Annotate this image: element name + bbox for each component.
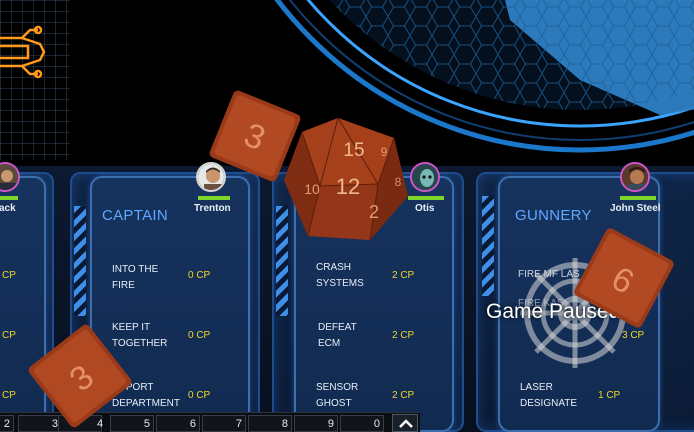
health-bar bbox=[0, 196, 18, 200]
ability-crash-systems[interactable]: CRASH SYSTEMS bbox=[316, 260, 364, 292]
player-name: John Steel bbox=[610, 203, 661, 214]
ability-cost: 2 CP bbox=[392, 270, 415, 281]
ability-cost: 2 CP bbox=[392, 330, 415, 341]
hotbar-slot[interactable]: 2 bbox=[0, 415, 14, 432]
ability-cost: 0 CP bbox=[188, 390, 211, 401]
ability-laser-designate[interactable]: LASER DESIGNATE bbox=[520, 380, 577, 412]
ability-defeat-ecm[interactable]: DEFEAT ECM bbox=[318, 320, 357, 352]
d20-face: 2 bbox=[369, 202, 379, 222]
ability-into-the-fire[interactable]: INTO THE FIRE bbox=[112, 262, 158, 294]
d20-face: 10 bbox=[304, 181, 320, 197]
chevron-up-icon bbox=[399, 419, 413, 428]
ability-sensor-ghost[interactable]: SENSOR GHOST bbox=[316, 380, 358, 412]
player-name: ack bbox=[0, 203, 16, 214]
hotbar-slot[interactable]: 6 bbox=[156, 415, 200, 432]
hazard-stripe bbox=[482, 196, 494, 296]
ability-cost: CP bbox=[2, 330, 16, 341]
d20-face: 9 bbox=[381, 145, 388, 159]
hotbar-slot[interactable]: 9 bbox=[294, 415, 338, 432]
hotbar-slot[interactable]: 7 bbox=[202, 415, 246, 432]
ability-cost: 1 CP bbox=[598, 390, 621, 401]
ability-cost: CP bbox=[2, 270, 16, 281]
d20-face: 15 bbox=[343, 140, 364, 161]
role-title: GUNNERY bbox=[515, 207, 592, 224]
d6-die-icon[interactable]: 3 bbox=[24, 322, 136, 430]
hotbar-slot[interactable]: 8 bbox=[248, 415, 292, 432]
d20-face: 12 bbox=[336, 174, 360, 199]
game-screen: ack CP CP CP CAPTAIN Trenton INTO THE FI… bbox=[0, 0, 694, 432]
hotbar-expand-button[interactable] bbox=[392, 414, 418, 432]
health-bar bbox=[198, 196, 230, 200]
ability-cost: 2 CP bbox=[392, 390, 415, 401]
player-name: Trenton bbox=[194, 203, 231, 214]
d20-die-icon[interactable]: 15 12 2 10 9 8 bbox=[278, 114, 416, 246]
ship-icon[interactable] bbox=[0, 22, 48, 82]
d20-face: 8 bbox=[395, 175, 402, 189]
ability-cost: 0 CP bbox=[188, 330, 211, 341]
ability-cost: 0 CP bbox=[188, 270, 211, 281]
player-avatar[interactable] bbox=[620, 162, 650, 192]
ability-cost: CP bbox=[2, 390, 16, 401]
hotbar-slot[interactable]: 0 bbox=[340, 415, 384, 432]
hazard-stripe bbox=[74, 206, 86, 316]
health-bar bbox=[620, 196, 656, 200]
player-name: Otis bbox=[415, 203, 435, 214]
role-title: CAPTAIN bbox=[102, 207, 168, 224]
d6-die-icon[interactable]: 6 bbox=[568, 224, 680, 332]
